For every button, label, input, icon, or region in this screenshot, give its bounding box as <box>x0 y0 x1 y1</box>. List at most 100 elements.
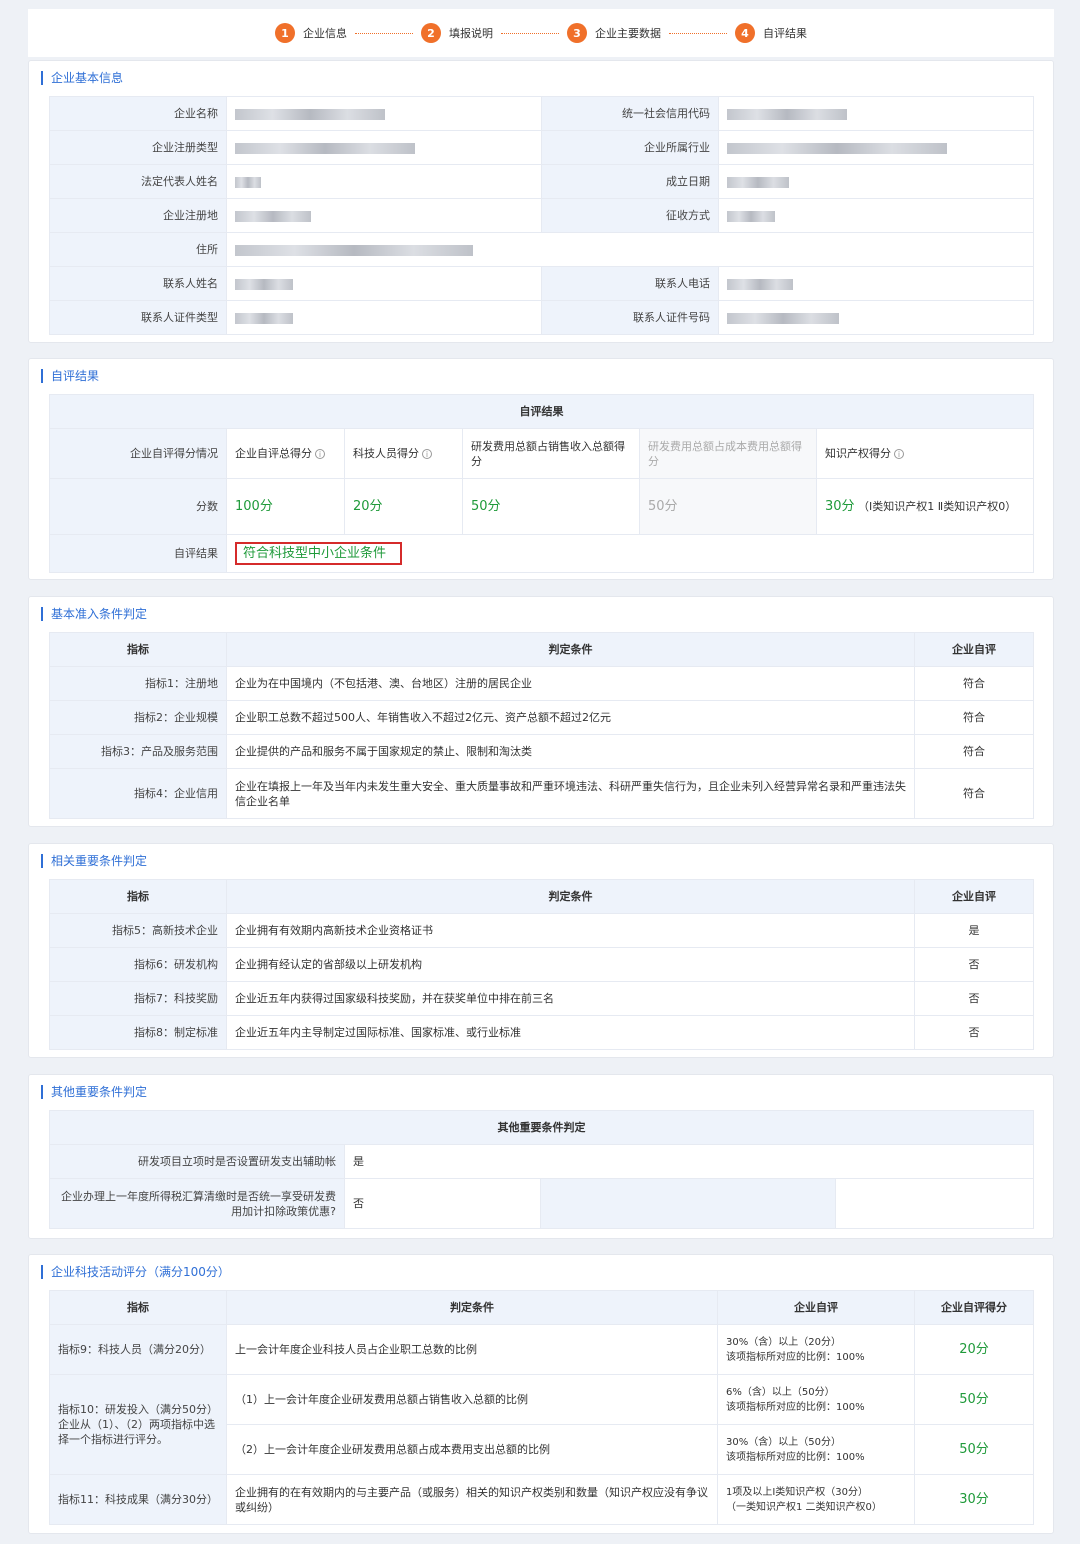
condition: 企业在填报上一年及当年内未发生重大安全、重大质量事故和严重环境违法、科研严重失信… <box>226 768 915 819</box>
table-row: 指标6：研发机构 企业拥有经认定的省部级以上研发机构 否 <box>49 947 1034 982</box>
indicator: 指标10：研发投入（满分50分） 企业从（1）、（2）两项指标中选择一个指标进行评… <box>49 1374 227 1475</box>
table-row: 企业名称 统一社会信用代码 <box>49 96 1034 131</box>
step-divider <box>669 32 727 34</box>
indicator: 指标8：制定标准 <box>49 1015 227 1050</box>
collect-method-value <box>718 198 1034 233</box>
step-result[interactable]: 4 自评结果 <box>735 23 807 43</box>
row-label: 企业自评得分情况 <box>49 428 227 479</box>
condition: 企业为在中国境内（不包括港、澳、台地区）注册的居民企业 <box>226 666 915 701</box>
tech-activity-table: 指标 判定条件 企业自评 企业自评得分 指标9：科技人员（满分20分） 上一会计… <box>49 1290 1034 1525</box>
address-value <box>226 232 1034 267</box>
rd-sales-score: 50分 <box>462 478 640 535</box>
info-icon[interactable]: i <box>315 449 325 459</box>
step-number: 4 <box>735 23 755 43</box>
table-row: 指标7：科技奖励 企业近五年内获得过国家级科技奖励，并在获奖单位中排在前三名 否 <box>49 981 1034 1016</box>
table-row: 住所 <box>49 232 1034 267</box>
rd-cost-score: 50分 <box>639 478 817 535</box>
question-label: 企业办理上一年度所得税汇算清缴时是否统一享受研发费用加计扣除政策优惠? <box>49 1178 345 1229</box>
indicator: 指标2：企业规模 <box>49 700 227 735</box>
table-row: 指标9：科技人员（满分20分） 上一会计年度企业科技人员占企业职工总数的比例 3… <box>49 1324 1034 1375</box>
section-title: 自评结果 <box>41 369 99 383</box>
eval-line: 该项指标所对应的比例：100% <box>726 1351 865 1363</box>
basic-info-table: 企业名称 统一社会信用代码 企业注册类型 企业所属行业 法定代表人姓名 成立日期… <box>49 96 1034 335</box>
table-row: 指标5：高新技术企业 企业拥有有效期内高新技术企业资格证书 是 <box>49 913 1034 948</box>
self-eval-score: 30分 <box>914 1474 1034 1525</box>
self-eval: 否 <box>914 981 1034 1016</box>
redacted-value <box>235 312 293 324</box>
row-label: 分数 <box>49 478 227 535</box>
column-header: 判定条件 <box>226 879 915 914</box>
redacted-value <box>235 176 261 188</box>
condition: （1）上一会计年度企业研发费用总额占销售收入总额的比例 <box>226 1374 718 1425</box>
condition: 企业拥有有效期内高新技术企业资格证书 <box>226 913 915 948</box>
self-eval-score: 20分 <box>914 1324 1034 1375</box>
self-eval: 符合 <box>914 666 1034 701</box>
empty-cell <box>540 1178 836 1229</box>
self-eval-score: 50分 <box>914 1374 1034 1425</box>
table-header: 自评结果 <box>48 394 1035 429</box>
legal-rep-value <box>226 164 542 199</box>
eval-line: 该项指标所对应的比例：100% <box>726 1451 865 1463</box>
column-header: 企业自评得分 <box>914 1290 1034 1325</box>
condition: 企业职工总数不超过500人、年销售收入不超过2亿元、资产总额不超过2亿元 <box>226 700 915 735</box>
reg-place-value <box>226 198 542 233</box>
indicator: 指标4：企业信用 <box>49 768 227 819</box>
indicator: 指标7：科技奖励 <box>49 981 227 1016</box>
basic-conditions-section: 基本准入条件判定 指标 判定条件 企业自评 指标1：注册地 企业为在中国境内（不… <box>28 596 1054 827</box>
section-title: 企业基本信息 <box>41 71 123 85</box>
important-conditions-table: 指标 判定条件 企业自评 指标5：高新技术企业 企业拥有有效期内高新技术企业资格… <box>49 879 1034 1050</box>
step-number: 2 <box>421 23 441 43</box>
progress-stepper: 1 企业信息 2 填报说明 3 企业主要数据 4 自评结果 <box>28 9 1054 57</box>
ip-detail: （Ⅰ类知识产权1 Ⅱ类知识产权0） <box>858 500 1017 513</box>
column-header: 企业自评总得分 i <box>226 428 345 479</box>
table-header-row: 指标 判定条件 企业自评 <box>49 632 1034 667</box>
indicator: 指标1：注册地 <box>49 666 227 701</box>
self-eval: 30%（含）以上（20分） 该项指标所对应的比例：100% <box>717 1324 915 1375</box>
step-company-info[interactable]: 1 企业信息 <box>275 23 347 43</box>
field-label: 企业注册类型 <box>49 130 227 165</box>
redacted-value <box>235 142 415 154</box>
condition: 企业拥有的在有效期内的与主要产品（或服务）相关的知识产权类别和数量（知识产权应没… <box>226 1474 718 1525</box>
id-number-value <box>718 300 1034 335</box>
contact-phone-value <box>718 266 1034 301</box>
table-row: 分数 100分 20分 50分 50分 30分 （Ⅰ类知识产权1 Ⅱ类知识产权0… <box>49 478 1035 535</box>
ip-score-cell: 30分 （Ⅰ类知识产权1 Ⅱ类知识产权0） <box>815 478 1035 535</box>
column-header: 指标 <box>49 879 227 914</box>
step-main-data[interactable]: 3 企业主要数据 <box>567 23 661 43</box>
self-eval: 是 <box>914 913 1034 948</box>
step-instructions[interactable]: 2 填报说明 <box>421 23 493 43</box>
eval-line: 30%（含）以上（50分） <box>726 1436 841 1448</box>
found-date-value <box>718 164 1034 199</box>
section-title: 相关重要条件判定 <box>41 854 147 868</box>
info-icon[interactable]: i <box>894 449 904 459</box>
redacted-value <box>727 142 947 154</box>
step-number: 3 <box>567 23 587 43</box>
info-icon[interactable]: i <box>422 449 432 459</box>
basic-conditions-table: 指标 判定条件 企业自评 指标1：注册地 企业为在中国境内（不包括港、澳、台地区… <box>49 632 1034 819</box>
ip-score: 30分 <box>825 499 855 514</box>
table-row: 研发项目立项时是否设置研发支出辅助帐 是 <box>49 1144 1034 1179</box>
other-conditions-section: 其他重要条件判定 其他重要条件判定 研发项目立项时是否设置研发支出辅助帐 是 企… <box>28 1074 1054 1239</box>
redacted-value <box>235 210 311 222</box>
redacted-value <box>727 312 839 324</box>
redacted-value <box>727 176 789 188</box>
redacted-value <box>727 278 793 290</box>
redacted-value <box>235 278 293 290</box>
column-header: 知识产权得分 i <box>815 428 1035 479</box>
total-score: 100分 <box>226 478 345 535</box>
result-cell: 符合科技型中小企业条件 <box>225 534 1035 573</box>
eval-line: （一类知识产权1 二类知识产权0） <box>726 1501 882 1513</box>
step-label: 企业信息 <box>303 27 347 40</box>
table-row: 联系人姓名 联系人电话 <box>49 266 1034 301</box>
condition: （2）上一会计年度企业研发费用总额占成本费用支出总额的比例 <box>226 1424 718 1475</box>
eval-line: 30%（含）以上（20分） <box>726 1336 841 1348</box>
column-header: 指标 <box>49 632 227 667</box>
basic-info-section: 企业基本信息 企业名称 统一社会信用代码 企业注册类型 企业所属行业 法定代表人… <box>28 60 1054 343</box>
indicator-note: 企业从（1）、（2）两项指标中选择一个指标进行评分。 <box>58 1418 215 1446</box>
table-row: 联系人证件类型 联系人证件号码 <box>49 300 1034 335</box>
condition: 企业近五年内获得过国家级科技奖励，并在获奖单位中排在前三名 <box>226 981 915 1016</box>
step-label: 企业主要数据 <box>595 27 661 40</box>
tech-activity-section: 企业科技活动评分（满分100分） 指标 判定条件 企业自评 企业自评得分 指标9… <box>28 1254 1054 1534</box>
table-row: 企业注册类型 企业所属行业 <box>49 130 1034 165</box>
credit-code-value <box>718 96 1034 131</box>
